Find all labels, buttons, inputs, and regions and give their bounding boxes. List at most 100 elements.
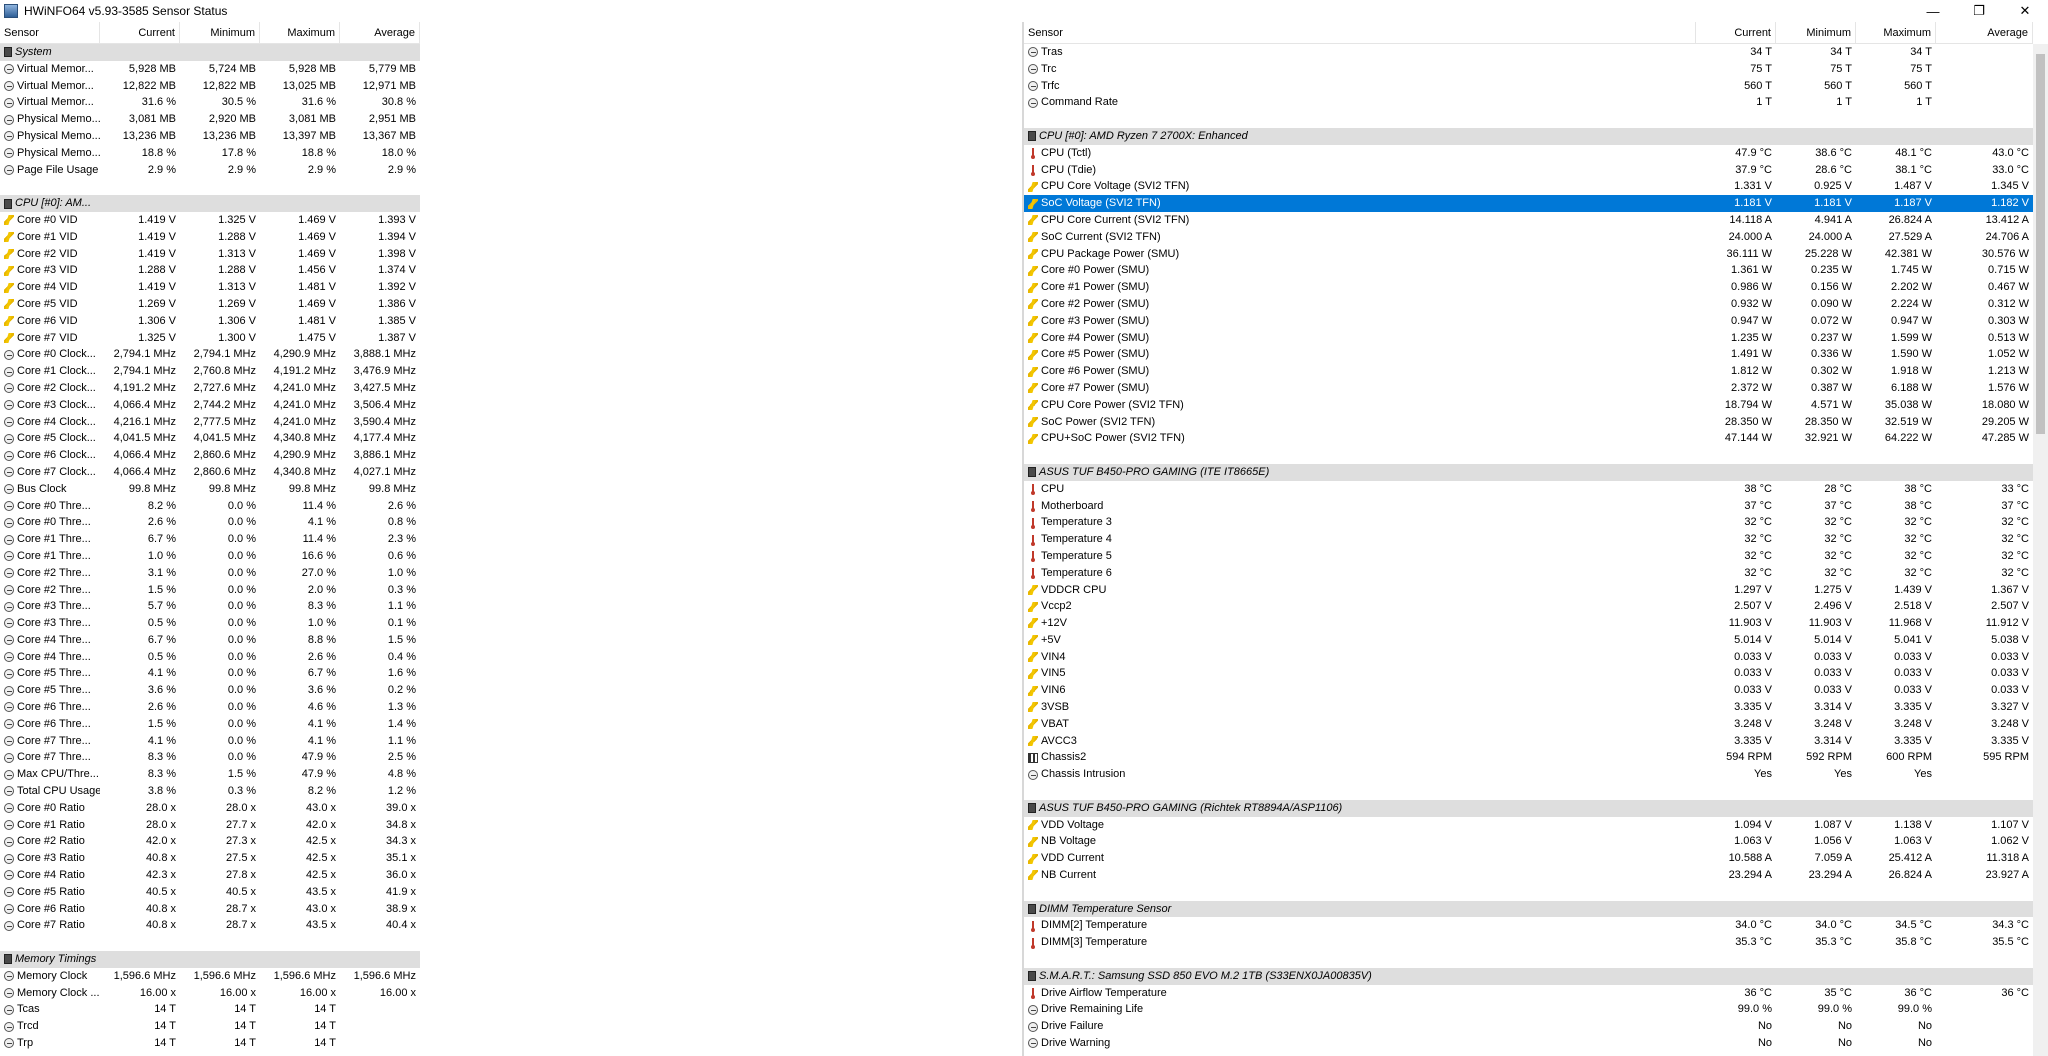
sensor-row[interactable]: VDDCR CPU 1.297 V 1.275 V 1.439 V 1.367 V	[1024, 582, 2033, 599]
sensor-group-header[interactable]: CPU [#0]: AMD Ryzen 7 2700X: Enhanced	[1024, 127, 2033, 145]
sensor-row[interactable]: Core #6 Thre... 1.5 % 0.0 % 4.1 % 1.4 %	[0, 716, 420, 733]
sensor-row[interactable]: Core #2 Thre... 1.5 % 0.0 % 2.0 % 0.3 %	[0, 582, 420, 599]
sensor-row[interactable]: Core #5 Thre... 4.1 % 0.0 % 6.7 % 1.6 %	[0, 665, 420, 682]
sensor-row[interactable]: Core #7 Thre... 8.3 % 0.0 % 47.9 % 2.5 %	[0, 749, 420, 766]
header-current[interactable]: Current	[100, 22, 180, 44]
sensor-row[interactable]: VIN5 0.033 V 0.033 V 0.033 V 0.033 V	[1024, 665, 2033, 682]
sensor-row[interactable]: Command Rate 1 T 1 T 1 T	[1024, 94, 2033, 111]
sensor-row[interactable]: CPU+SoC Power (SVI2 TFN) 47.144 W 32.921 W…	[1024, 430, 2033, 447]
sensor-group-header[interactable]: CPU [#0]: AM...	[0, 195, 420, 212]
sensor-group-header[interactable]: Memory Timings	[0, 951, 420, 968]
header-average[interactable]: Average	[340, 22, 420, 44]
sensor-row[interactable]: Temperature 6 32 °C 32 °C 32 °C 32 °C	[1024, 565, 2033, 582]
sensor-row[interactable]: Core #5 Power (SMU) 1.491 W 0.336 W 1.590 W…	[1024, 346, 2033, 363]
sensor-row[interactable]: Core #1 Thre... 6.7 % 0.0 % 11.4 % 2.3 %	[0, 531, 420, 548]
sensor-row[interactable]: CPU Core Current (SVI2 TFN) 14.118 A 4.941…	[1024, 212, 2033, 229]
sensor-row[interactable]: Core #2 Thre... 3.1 % 0.0 % 27.0 % 1.0 %	[0, 565, 420, 582]
sensor-row[interactable]: Core #2 Clock... 4,191.2 MHz 2,727.6 MHz 4,…	[0, 380, 420, 397]
sensor-row[interactable]: Core #2 Ratio 42.0 x 27.3 x 42.5 x 34.3 x	[0, 833, 420, 850]
sensor-group-header[interactable]: DIMM Temperature Sensor	[1024, 900, 2033, 918]
sensor-row[interactable]: Core #3 Thre... 5.7 % 0.0 % 8.3 % 1.1 %	[0, 598, 420, 615]
sensor-row[interactable]: SoC Voltage (SVI2 TFN) 1.181 V 1.181 V 1.18…	[1024, 195, 2033, 212]
sensor-row[interactable]: CPU Core Voltage (SVI2 TFN) 1.331 V 0.925 …	[1024, 178, 2033, 195]
sensor-row[interactable]: CPU 38 °C 28 °C 38 °C 33 °C	[1024, 481, 2033, 498]
sensor-row[interactable]: Trcd 14 T 14 T 14 T	[0, 1018, 420, 1035]
sensor-row[interactable]: Core #3 Power (SMU) 0.947 W 0.072 W 0.947 W…	[1024, 313, 2033, 330]
sensor-row[interactable]: NB Voltage 1.063 V 1.056 V 1.063 V 1.062 V	[1024, 833, 2033, 850]
sensor-row[interactable]: Core #0 Power (SMU) 1.361 W 0.235 W 1.745 W…	[1024, 262, 2033, 279]
sensor-row[interactable]: Core #3 Ratio 40.8 x 27.5 x 42.5 x 35.1 x	[0, 850, 420, 867]
sensor-row[interactable]: Memory Clock 1,596.6 MHz 1,596.6 MHz 1,596.…	[0, 968, 420, 985]
sensor-row[interactable]: Physical Memo... 18.8 % 17.8 % 18.8 % 18.0 %	[0, 145, 420, 162]
sensor-row[interactable]: Temperature 4 32 °C 32 °C 32 °C 32 °C	[1024, 531, 2033, 548]
sensor-row[interactable]: Core #0 Clock... 2,794.1 MHz 2,794.1 MHz 4,…	[0, 346, 420, 363]
sensor-row[interactable]: Core #4 VID 1.419 V 1.313 V 1.481 V 1.392 V	[0, 279, 420, 296]
sensor-row[interactable]: CPU (Tctl) 47.9 °C 38.6 °C 48.1 °C 43.0 °C	[1024, 145, 2033, 162]
sensor-row[interactable]: Drive Warning No No No	[1024, 1035, 2033, 1052]
sensor-row[interactable]: Core #7 Clock... 4,066.4 MHz 2,860.6 MHz 4,…	[0, 464, 420, 481]
sensor-row[interactable]: Tras 34 T 34 T 34 T	[1024, 44, 2033, 61]
sensor-row[interactable]: Temperature 3 32 °C 32 °C 32 °C 32 °C	[1024, 514, 2033, 531]
sensor-row[interactable]: Trp 14 T 14 T 14 T	[0, 1035, 420, 1052]
sensor-row[interactable]: Core #5 Thre... 3.6 % 0.0 % 3.6 % 0.2 %	[0, 682, 420, 699]
sensor-group-header[interactable]: ASUS TUF B450-PRO GAMING (ITE IT8665E)	[1024, 463, 2033, 481]
sensor-row[interactable]: CPU Package Power (SMU) 36.111 W 25.228 W 4…	[1024, 246, 2033, 263]
sensor-row[interactable]: +5V 5.014 V 5.014 V 5.041 V 5.038 V	[1024, 632, 2033, 649]
sensor-row[interactable]: Trfc 560 T 560 T 560 T	[1024, 78, 2033, 95]
sensor-row[interactable]: SoC Current (SVI2 TFN) 24.000 A 24.000 A 27…	[1024, 229, 2033, 246]
sensor-group-header[interactable]: System	[0, 44, 420, 61]
restore-button[interactable]: ❐	[1956, 0, 2002, 22]
sensor-row[interactable]: Page File Usage 2.9 % 2.9 % 2.9 % 2.9 %	[0, 162, 420, 179]
sensor-row[interactable]: DIMM[2] Temperature 34.0 °C 34.0 °C 34.5 °C…	[1024, 917, 2033, 934]
sensor-row[interactable]: CPU (Tdie) 37.9 °C 28.6 °C 38.1 °C 33.0 °C	[1024, 162, 2033, 179]
sensor-row[interactable]: Core #7 Ratio 40.8 x 28.7 x 43.5 x 40.4 x	[0, 917, 420, 934]
sensor-row[interactable]: Core #6 Power (SMU) 1.812 W 0.302 W 1.918 W…	[1024, 363, 2033, 380]
sensor-row[interactable]: Total CPU Usage 3.8 % 0.3 % 8.2 % 1.2 %	[0, 783, 420, 800]
sensor-row[interactable]: Core #0 VID 1.419 V 1.325 V 1.469 V 1.393 V	[0, 212, 420, 229]
sensor-row[interactable]: Core #4 Ratio 42.3 x 27.8 x 42.5 x 36.0 x	[0, 867, 420, 884]
sensor-group-header[interactable]: S.M.A.R.T.: Samsung SSD 850 EVO M.2 1TB …	[1024, 967, 2033, 985]
sensor-row[interactable]: Core #6 Ratio 40.8 x 28.7 x 43.0 x 38.9 x	[0, 901, 420, 918]
sensor-row[interactable]: VIN4 0.033 V 0.033 V 0.033 V 0.033 V	[1024, 649, 2033, 666]
header-sensor[interactable]: Sensor	[1024, 22, 1696, 44]
sensor-row[interactable]: Virtual Memor... 31.6 % 30.5 % 31.6 % 30.8 %	[0, 94, 420, 111]
sensor-row[interactable]: Physical Memo... 13,236 MB 13,236 MB 13,397…	[0, 128, 420, 145]
sensor-row[interactable]: Core #1 VID 1.419 V 1.288 V 1.469 V 1.394 V	[0, 229, 420, 246]
sensor-row[interactable]: Chassis Intrusion Yes Yes Yes	[1024, 766, 2033, 783]
header-sensor[interactable]: Sensor	[0, 22, 100, 44]
sensor-row[interactable]: Motherboard 37 °C 37 °C 38 °C 37 °C	[1024, 498, 2033, 515]
sensor-row[interactable]: Core #3 VID 1.288 V 1.288 V 1.456 V 1.374 V	[0, 262, 420, 279]
sensor-row[interactable]: Bus Clock 99.8 MHz 99.8 MHz 99.8 MHz 99.8 MH…	[0, 481, 420, 498]
sensor-row[interactable]: Core #6 Clock... 4,066.4 MHz 2,860.6 MHz 4,…	[0, 447, 420, 464]
minimize-button[interactable]: —	[1910, 0, 1956, 22]
sensor-row[interactable]: Core #7 Thre... 4.1 % 0.0 % 4.1 % 1.1 %	[0, 733, 420, 750]
sensor-row[interactable]: VBAT 3.248 V 3.248 V 3.248 V 3.248 V	[1024, 716, 2033, 733]
sensor-row[interactable]: Core #5 Ratio 40.5 x 40.5 x 43.5 x 41.9 x	[0, 884, 420, 901]
sensor-row[interactable]: Core #4 Thre... 6.7 % 0.0 % 8.8 % 1.5 %	[0, 632, 420, 649]
sensor-row[interactable]: Core #1 Power (SMU) 0.986 W 0.156 W 2.202 W…	[1024, 279, 2033, 296]
sensor-row[interactable]: Core #1 Ratio 28.0 x 27.7 x 42.0 x 34.8 x	[0, 817, 420, 834]
sensor-row[interactable]: Drive Failure No No No	[1024, 1018, 2033, 1035]
header-minimum[interactable]: Minimum	[180, 22, 260, 44]
sensor-row[interactable]: Max CPU/Thre... 8.3 % 1.5 % 47.9 % 4.8 %	[0, 766, 420, 783]
sensor-row[interactable]: Core #3 Thre... 0.5 % 0.0 % 1.0 % 0.1 %	[0, 615, 420, 632]
sensor-row[interactable]: Memory Clock ... 16.00 x 16.00 x 16.00 x 16.…	[0, 985, 420, 1002]
vertical-scrollbar[interactable]	[2033, 44, 2048, 1056]
header-minimum[interactable]: Minimum	[1776, 22, 1856, 44]
sensor-row[interactable]: Core #5 VID 1.269 V 1.269 V 1.469 V 1.386 V	[0, 296, 420, 313]
sensor-row[interactable]: Core #0 Thre... 2.6 % 0.0 % 4.1 % 0.8 %	[0, 514, 420, 531]
sensor-row[interactable]: SoC Power (SVI2 TFN) 28.350 W 28.350 W 32.5…	[1024, 414, 2033, 431]
sensor-row[interactable]: Temperature 5 32 °C 32 °C 32 °C 32 °C	[1024, 548, 2033, 565]
header-current[interactable]: Current	[1696, 22, 1776, 44]
sensor-row[interactable]: VDD Voltage 1.094 V 1.087 V 1.138 V 1.107 V	[1024, 817, 2033, 834]
sensor-row[interactable]: Physical Memo... 3,081 MB 2,920 MB 3,081 MB…	[0, 111, 420, 128]
sensor-row[interactable]: Trc 75 T 75 T 75 T	[1024, 61, 2033, 78]
sensor-row[interactable]: Core #7 Power (SMU) 2.372 W 0.387 W 6.188 W…	[1024, 380, 2033, 397]
sensor-row[interactable]: DIMM[3] Temperature 35.3 °C 35.3 °C 35.8 °C…	[1024, 934, 2033, 951]
sensor-group-header[interactable]: ASUS TUF B450-PRO GAMING (Richtek RT8894…	[1024, 799, 2033, 817]
sensor-row[interactable]: Virtual Memor... 5,928 MB 5,724 MB 5,928 MB…	[0, 61, 420, 78]
sensor-row[interactable]: Core #0 Ratio 28.0 x 28.0 x 43.0 x 39.0 x	[0, 800, 420, 817]
sensor-row[interactable]: Core #4 Power (SMU) 1.235 W 0.237 W 1.599 W…	[1024, 330, 2033, 347]
sensor-row[interactable]: Core #2 Power (SMU) 0.932 W 0.090 W 2.224 W…	[1024, 296, 2033, 313]
sensor-row[interactable]: VDD Current 10.588 A 7.059 A 25.412 A 11.318…	[1024, 850, 2033, 867]
